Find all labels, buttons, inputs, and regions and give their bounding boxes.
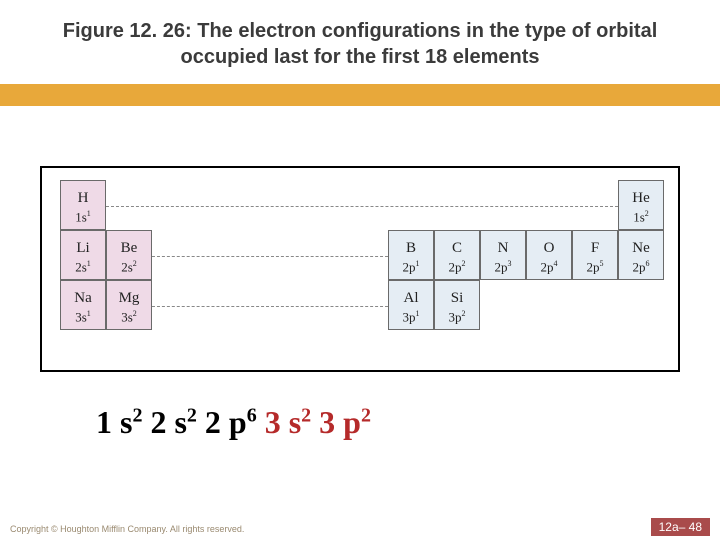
symbol: O <box>544 241 555 256</box>
symbol: Mg <box>119 291 140 306</box>
cell-al: Al 3p1 <box>388 280 434 330</box>
cell-c: C 2p2 <box>434 230 480 280</box>
symbol: Ne <box>632 241 650 256</box>
config: 3p1 <box>403 310 420 323</box>
cell-si: Si 3p2 <box>434 280 480 330</box>
cell-mg: Mg 3s2 <box>106 280 152 330</box>
symbol: Na <box>74 291 92 306</box>
config: 3s2 <box>121 310 137 323</box>
cell-na: Na 3s1 <box>60 280 106 330</box>
config: 3p2 <box>449 310 466 323</box>
copyright-text: Copyright © Houghton Mifflin Company. Al… <box>10 524 244 534</box>
figure-title: Figure 12. 26: The electron configuratio… <box>0 0 720 84</box>
config: 2p2 <box>449 260 466 273</box>
symbol: Li <box>76 241 89 256</box>
config: 2p3 <box>495 260 512 273</box>
symbol: H <box>78 191 89 206</box>
cell-f: F 2p5 <box>572 230 618 280</box>
config: 2p4 <box>541 260 558 273</box>
symbol: B <box>406 241 416 256</box>
slide: Figure 12. 26: The electron configuratio… <box>0 0 720 540</box>
cell-he: He 1s2 <box>618 180 664 230</box>
symbol: F <box>591 241 599 256</box>
symbol: C <box>452 241 462 256</box>
footer: Copyright © Houghton Mifflin Company. Al… <box>0 516 720 540</box>
config: 1s1 <box>75 210 91 223</box>
config: 2p1 <box>403 260 420 273</box>
dashed-line <box>106 206 618 207</box>
cell-n: N 2p3 <box>480 230 526 280</box>
config: 2s2 <box>121 260 137 273</box>
config: 2p6 <box>633 260 650 273</box>
page-number: 12a– 48 <box>651 518 710 536</box>
cell-b: B 2p1 <box>388 230 434 280</box>
config: 2s1 <box>75 260 91 273</box>
cell-be: Be 2s2 <box>106 230 152 280</box>
symbol: Be <box>121 241 138 256</box>
periodic-diagram: H 1s1 He 1s2 Li 2s1 Be 2s2 B 2p1 C 2p2 N… <box>40 166 680 372</box>
dashed-line <box>152 256 388 257</box>
electron-config-text: 1 s2 2 s2 2 p6 3 s2 3 p2 <box>96 404 371 441</box>
cell-h: H 1s1 <box>60 180 106 230</box>
config: 2p5 <box>587 260 604 273</box>
config: 3s1 <box>75 310 91 323</box>
dashed-line <box>152 306 388 307</box>
symbol: Al <box>404 291 419 306</box>
title-text: Figure 12. 26: The electron configuratio… <box>63 20 658 68</box>
cell-li: Li 2s1 <box>60 230 106 280</box>
symbol: N <box>498 241 509 256</box>
cell-o: O 2p4 <box>526 230 572 280</box>
symbol: Si <box>451 291 464 306</box>
cell-ne: Ne 2p6 <box>618 230 664 280</box>
config: 1s2 <box>633 210 649 223</box>
accent-bar <box>0 84 720 106</box>
symbol: He <box>632 191 650 206</box>
